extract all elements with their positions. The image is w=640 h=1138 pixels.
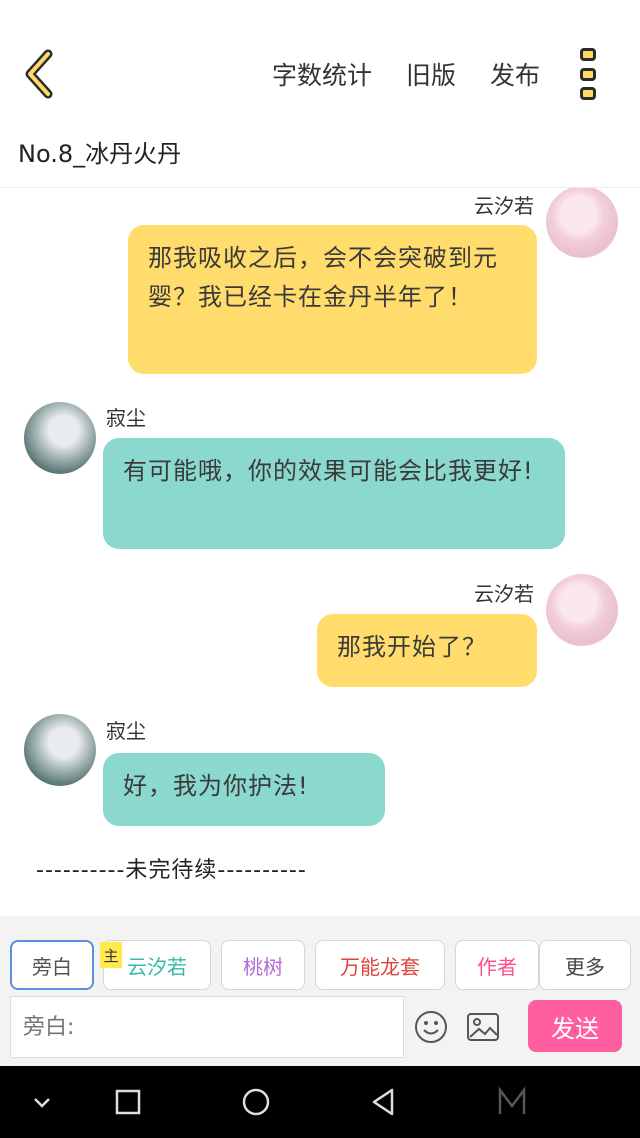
role-label: 作者 [477,954,517,979]
role-label: 桃树 [243,954,283,979]
old-version-button[interactable]: 旧版 [406,56,456,92]
role-more[interactable]: 更多 [539,940,631,990]
message-bubble[interactable]: 那我开始了？ [317,614,537,687]
top-bar: 字数统计 旧版 发布 No.8_冰丹火丹 [0,0,640,188]
system-nav-bar [0,1066,640,1138]
more-menu-icon[interactable] [580,48,600,100]
role-author[interactable]: 作者 [455,940,539,990]
role-extra[interactable]: 万能龙套 [315,940,445,990]
chat-area[interactable]: 云汐若 那我吸收之后，会不会突破到元婴？我已经卡在金丹半年了！ 寂尘 有可能哦，… [0,188,640,916]
speaker-name: 云汐若 [474,582,534,606]
message-bubble[interactable]: 那我吸收之后，会不会突破到元婴？我已经卡在金丹半年了！ [128,225,537,374]
word-count-button[interactable]: 字数统计 [272,56,372,92]
home-icon[interactable] [238,1084,274,1120]
emoji-icon[interactable] [414,1010,448,1044]
back-icon[interactable] [18,48,66,100]
image-icon[interactable] [466,1012,500,1042]
avatar[interactable] [24,714,96,786]
role-label: 旁白 [32,954,72,979]
publish-button[interactable]: 发布 [490,56,540,92]
avatar[interactable] [546,188,618,258]
back-nav-icon[interactable] [366,1084,402,1120]
role-narration[interactable]: 旁白 [10,940,94,990]
role-label: 云汐若 [127,954,187,979]
main-role-badge: 主 [100,942,122,968]
message-input[interactable] [10,996,404,1058]
message-bubble[interactable]: 有可能哦，你的效果可能会比我更好! [103,438,565,549]
avatar[interactable] [24,402,96,474]
composer-panel: 旁白 云汐若 桃树 万能龙套 作者 更多 发送 [0,916,640,1066]
role-label: 万能龙套 [340,954,420,979]
role-taoshu[interactable]: 桃树 [221,940,305,990]
send-button[interactable]: 发送 [528,1000,622,1052]
chevron-down-icon[interactable] [24,1084,60,1120]
avatar[interactable] [546,574,618,646]
message-bubble[interactable]: 好，我为你护法! [103,753,385,826]
role-label: 更多 [565,954,605,979]
to-be-continued-divider: ----------未完待续---------- [36,858,307,883]
m-logo-icon[interactable] [494,1084,530,1120]
speaker-name: 云汐若 [474,194,534,218]
speaker-name: 寂尘 [106,719,146,743]
speaker-name: 寂尘 [106,406,146,430]
chapter-title: No.8_冰丹火丹 [18,140,182,168]
recent-apps-icon[interactable] [110,1084,146,1120]
